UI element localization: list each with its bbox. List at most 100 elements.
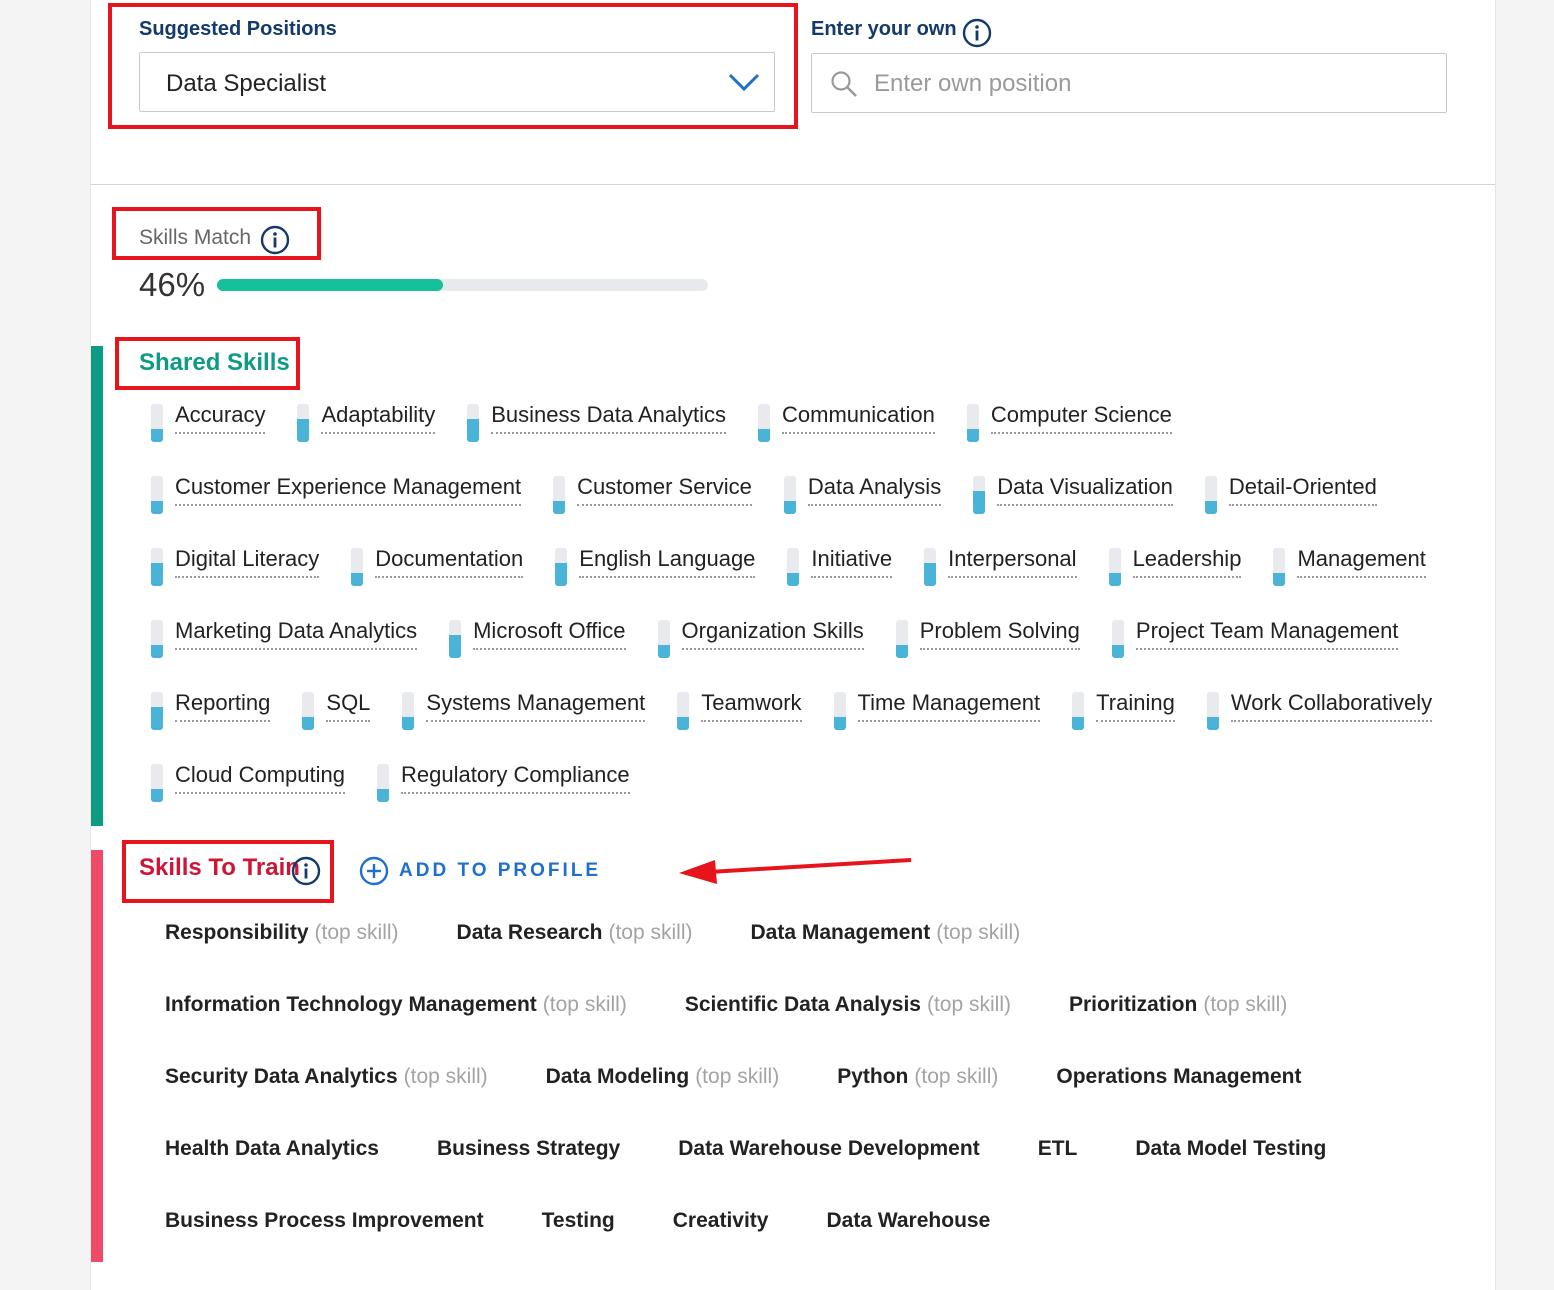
own-position-field[interactable] [811,53,1447,113]
skill-to-train-item[interactable]: Data Management (top skill) [750,916,1020,988]
skills-match-progress-fill [217,279,443,291]
skill-to-train-item[interactable]: Testing [542,1204,615,1276]
skill-level-meter [151,692,163,730]
skill-level-meter [1273,548,1286,586]
skill-to-train-item[interactable]: Prioritization (top skill) [1069,988,1287,1060]
skill-to-train-item[interactable]: Python (top skill) [837,1060,998,1132]
info-icon[interactable] [260,225,290,255]
skill-level-fill [1273,573,1286,586]
top-skill-tag: (top skill) [608,921,693,944]
skill-to-train-name: Data Management [750,921,931,944]
skill-level-fill [151,789,163,802]
shared-skill-chip[interactable]: Computer Science [966,400,1172,472]
skill-level-fill [924,563,937,586]
shared-skill-chip[interactable]: Digital Literacy [151,544,320,616]
shared-skill-label: Teamwork [701,688,802,722]
shared-skill-chip[interactable]: Problem Solving [895,616,1080,688]
skill-to-train-item[interactable]: Scientific Data Analysis (top skill) [685,988,1011,1060]
shared-skill-chip[interactable]: Documentation [351,544,524,616]
shared-skill-chip[interactable]: Adaptability [297,400,436,472]
shared-skill-chip[interactable]: Microsoft Office [449,616,626,688]
skill-level-meter [376,764,389,802]
skill-to-train-item[interactable]: Information Technology Management (top sk… [165,988,627,1060]
shared-skill-chip[interactable]: Customer Service [553,472,752,544]
skill-level-fill [1072,717,1085,730]
skill-level-fill [833,717,846,730]
suggested-positions-select[interactable]: Data Specialist [139,52,775,112]
skills-match-progress-bar [217,279,708,291]
skill-to-train-item[interactable]: Business Process Improvement [165,1204,484,1276]
skill-level-fill [555,563,568,586]
shared-skill-chip[interactable]: Systems Management [402,688,646,760]
shared-skill-chip[interactable]: Project Team Management [1111,616,1399,688]
shared-skill-label: Systems Management [426,688,646,722]
shared-skills-list: Accuracy Adaptability Business Data Analyt… [151,400,1471,832]
skill-level-meter [151,476,163,514]
shared-skill-label: Adaptability [321,400,436,434]
annotation-arrow-icon [679,858,912,884]
shared-skill-chip[interactable]: Customer Experience Management [151,472,522,544]
shared-skill-label: Documentation [375,544,524,578]
shared-skill-chip[interactable]: Time Management [833,688,1041,760]
shared-skill-chip[interactable]: SQL [302,688,371,760]
shared-skill-label: Detail-Oriented [1228,472,1377,506]
top-skill-tag: (top skill) [936,921,1021,944]
info-icon[interactable] [962,18,992,48]
skill-to-train-item[interactable]: Data Model Testing [1135,1132,1326,1204]
skill-to-train-name: Business Strategy [436,1137,621,1160]
skill-to-train-item[interactable]: Data Warehouse Development [678,1132,979,1204]
shared-skill-chip[interactable]: Cloud Computing [151,760,345,832]
skill-to-train-item[interactable]: Data Warehouse [826,1204,990,1276]
shared-skill-chip[interactable]: Work Collaboratively [1206,688,1433,760]
shared-skill-chip[interactable]: Management [1273,544,1426,616]
top-skill-tag: (top skill) [403,1065,488,1088]
info-icon[interactable] [291,856,321,886]
skill-level-meter [1206,692,1219,730]
skill-level-fill [895,645,908,658]
selected-position-value: Data Specialist [166,70,327,97]
shared-skill-label: Initiative [811,544,893,578]
shared-skill-label: Marketing Data Analytics [175,616,418,650]
shared-skill-chip[interactable]: Detail-Oriented [1204,472,1377,544]
skill-to-train-item[interactable]: Creativity [673,1204,769,1276]
shared-skill-chip[interactable]: Leadership [1108,544,1242,616]
shared-skill-chip[interactable]: Data Analysis [783,472,942,544]
shared-skill-chip[interactable]: Teamwork [677,688,802,760]
add-to-profile-label: ADD TO PROFILE [399,860,602,881]
skill-to-train-name: Business Process Improvement [165,1209,484,1232]
own-position-input[interactable] [872,64,1436,104]
shared-skill-chip[interactable]: Communication [758,400,935,472]
shared-skill-chip[interactable]: Reporting [151,688,271,760]
skill-level-meter [787,548,800,586]
skill-to-train-name: Creativity [672,1209,769,1232]
shared-skill-label: Communication [782,400,935,434]
shared-skill-label: Cloud Computing [175,760,345,794]
skill-to-train-item[interactable]: Data Modeling (top skill) [546,1060,780,1132]
skill-to-train-item[interactable]: Data Research (top skill) [457,916,693,988]
shared-skill-chip[interactable]: Interpersonal [924,544,1077,616]
shared-skill-chip[interactable]: Data Visualization [973,472,1173,544]
shared-skill-chip[interactable]: Regulatory Compliance [376,760,630,832]
add-to-profile-button[interactable]: ADD TO PROFILE [359,856,601,886]
skill-to-train-item[interactable]: Security Data Analytics (top skill) [165,1060,488,1132]
skill-level-meter [1072,692,1085,730]
top-skill-tag: (top skill) [1203,993,1288,1016]
shared-skill-chip[interactable]: English Language [555,544,756,616]
skill-level-fill [467,419,480,442]
skill-to-train-item[interactable]: Responsibility (top skill) [165,916,399,988]
shared-skill-chip[interactable]: Training [1072,688,1175,760]
skill-level-fill [973,491,986,514]
shared-skill-chip[interactable]: Initiative [787,544,893,616]
shared-skill-label: Customer Service [577,472,752,506]
skill-level-meter [924,548,937,586]
skill-to-train-item[interactable]: Health Data Analytics [165,1132,379,1204]
skill-to-train-name: Information Technology Management [165,993,537,1016]
skill-to-train-item[interactable]: Business Strategy [437,1132,620,1204]
skill-to-train-item[interactable]: Operations Management [1056,1060,1301,1132]
shared-skill-chip[interactable]: Organization Skills [657,616,864,688]
skill-level-fill [297,419,310,442]
shared-skill-chip[interactable]: Accuracy [151,400,266,472]
shared-skill-chip[interactable]: Marketing Data Analytics [151,616,418,688]
shared-skill-chip[interactable]: Business Data Analytics [467,400,727,472]
skill-to-train-item[interactable]: ETL [1038,1132,1078,1204]
